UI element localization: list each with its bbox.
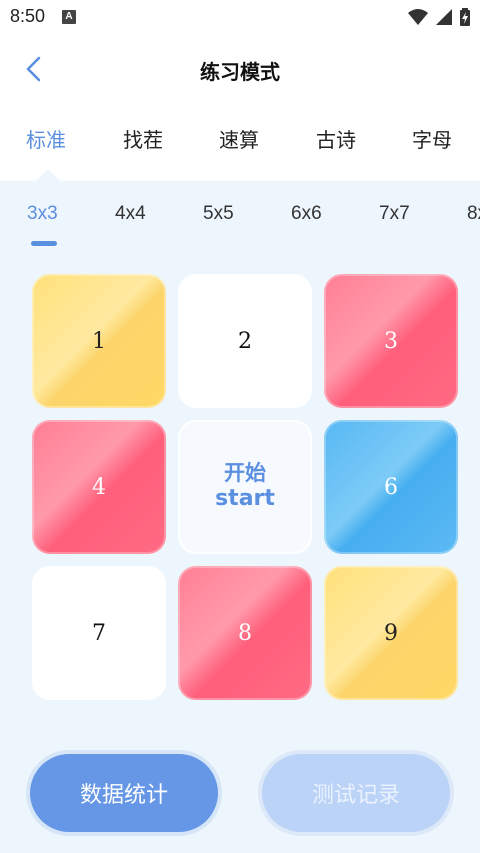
tab-standard[interactable]: 标准 [26, 124, 66, 153]
grid-size-tabs: 3x3 4x4 5x5 6x6 7x7 8x8 [0, 203, 480, 233]
status-bar: 8:50 A [0, 0, 480, 34]
tab-poetry[interactable]: 古诗 [316, 124, 356, 153]
size-tab-4x4[interactable]: 4x4 [115, 203, 146, 225]
size-tab-indicator [31, 241, 57, 246]
stats-button[interactable]: 数据统计 [30, 754, 218, 832]
size-tab-7x7[interactable]: 7x7 [379, 203, 410, 225]
records-button[interactable]: 测试记录 [262, 754, 450, 832]
size-tab-8x8[interactable]: 8x8 [467, 203, 480, 225]
mode-tabs: 标准 找茬 速算 古诗 字母 [0, 124, 480, 166]
status-icons [408, 7, 470, 27]
app-header: 练习模式 [0, 34, 480, 106]
start-label-zh: 开始 [224, 461, 266, 486]
size-tab-6x6[interactable]: 6x6 [291, 203, 322, 225]
active-tab-caret [36, 169, 60, 181]
grid-cell-2[interactable]: 2 [178, 274, 312, 408]
tab-find-difference[interactable]: 找茬 [123, 124, 163, 153]
tab-letters[interactable]: 字母 [412, 124, 452, 153]
start-label-en: start [215, 486, 275, 512]
size-tab-5x5[interactable]: 5x5 [203, 203, 234, 225]
page-title: 练习模式 [200, 60, 280, 84]
wifi-icon [408, 9, 428, 25]
start-button[interactable]: 开始 start [178, 420, 312, 554]
grid-cell-7[interactable]: 7 [32, 566, 166, 700]
grid-cell-6[interactable]: 6 [324, 420, 458, 554]
tab-quick-math[interactable]: 速算 [219, 124, 259, 153]
status-time: 8:50 [10, 6, 46, 26]
size-tab-3x3[interactable]: 3x3 [27, 203, 58, 225]
grid-cell-4[interactable]: 4 [32, 420, 166, 554]
signal-icon [436, 9, 452, 25]
notification-badge: A [62, 10, 76, 24]
grid-cell-1[interactable]: 1 [32, 274, 166, 408]
grid-cell-3[interactable]: 3 [324, 274, 458, 408]
grid-cell-8[interactable]: 8 [178, 566, 312, 700]
battery-charging-icon [460, 8, 470, 26]
grid-cell-9[interactable]: 9 [324, 566, 458, 700]
